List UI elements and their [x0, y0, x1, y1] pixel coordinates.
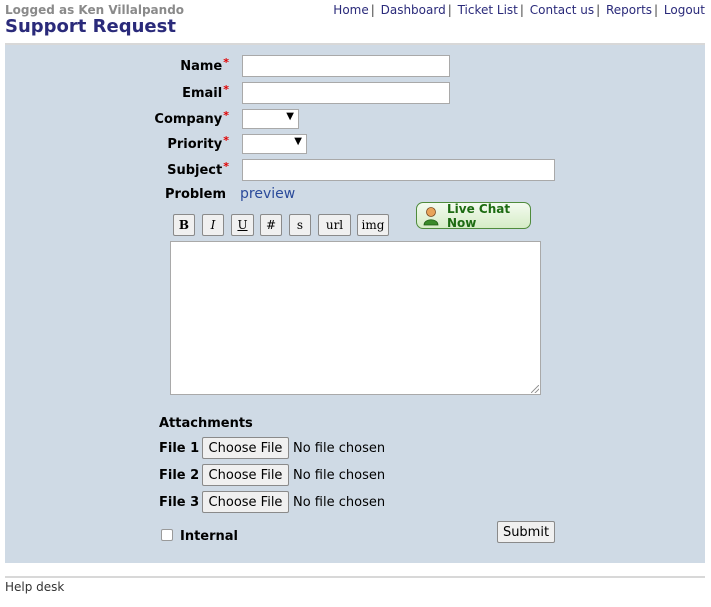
file-1-status: No file chosen: [293, 441, 386, 456]
required-marker: *: [223, 160, 229, 173]
logged-as-text: Logged as Ken Villalpando: [5, 3, 185, 17]
nav-home-link[interactable]: Home: [333, 3, 368, 17]
subject-label: Subject: [167, 163, 223, 178]
nav-contact-us-link[interactable]: Contact us: [530, 3, 594, 17]
problem-label: Problem: [165, 187, 226, 202]
url-button[interactable]: url: [318, 214, 351, 236]
nav-separator: |: [654, 3, 659, 17]
file-1-label: File 1: [159, 441, 200, 456]
preview-link[interactable]: preview: [240, 186, 295, 202]
form-panel: Name* Email* Company* ▼ Priority* ▼ Subj…: [5, 43, 705, 563]
nav-logout-link[interactable]: Logout: [664, 3, 705, 17]
file-2-label: File 2: [159, 468, 200, 483]
top-nav: Home | Dashboard | Ticket List | Contact us…: [333, 3, 705, 17]
problem-textarea[interactable]: [170, 241, 541, 395]
required-marker: *: [223, 56, 229, 69]
company-label-row: Company*: [109, 109, 229, 127]
strike-button[interactable]: s: [289, 214, 311, 236]
live-chat-button[interactable]: Live Chat Now: [416, 201, 531, 230]
submit-button[interactable]: Submit: [497, 521, 555, 543]
file-2-status: No file chosen: [293, 468, 386, 483]
footer-divider: [5, 576, 705, 578]
company-select[interactable]: ▼: [242, 109, 299, 129]
bold-button[interactable]: B: [173, 214, 195, 236]
nav-separator: |: [519, 3, 524, 17]
internal-label: Internal: [180, 529, 239, 544]
nav-separator: |: [596, 3, 601, 17]
img-button[interactable]: img: [357, 214, 389, 236]
nav-dashboard-link[interactable]: Dashboard: [381, 3, 446, 17]
file-3-status: No file chosen: [293, 495, 386, 510]
attachments-label: Attachments: [159, 416, 253, 431]
file-2-choose-button[interactable]: Choose File: [202, 464, 289, 486]
file-1-choose-button[interactable]: Choose File: [202, 437, 289, 459]
email-label-row: Email*: [109, 83, 229, 101]
name-label: Name: [180, 59, 223, 74]
file-3-choose-button[interactable]: Choose File: [202, 491, 289, 513]
underline-button[interactable]: U: [231, 214, 254, 236]
nav-separator: |: [447, 3, 452, 17]
dropdown-arrow-icon: ▼: [294, 136, 302, 147]
email-label: Email: [182, 86, 223, 101]
page-title: Support Request: [5, 16, 176, 37]
italic-button[interactable]: I: [202, 214, 224, 236]
email-input[interactable]: [242, 82, 450, 104]
resize-grip-icon[interactable]: [531, 385, 539, 393]
file-3-label: File 3: [159, 495, 200, 510]
priority-select[interactable]: ▼: [242, 134, 307, 154]
code-button[interactable]: #: [260, 214, 282, 236]
required-marker: *: [223, 109, 229, 122]
live-chat-label: Live Chat Now: [447, 201, 511, 230]
name-input[interactable]: [242, 55, 450, 77]
name-label-row: Name*: [109, 56, 229, 74]
nav-reports-link[interactable]: Reports: [606, 3, 652, 17]
subject-label-row: Subject*: [109, 160, 229, 178]
company-label: Company: [154, 112, 223, 127]
internal-checkbox[interactable]: [161, 529, 173, 541]
required-marker: *: [223, 83, 229, 96]
nav-ticket-list-link[interactable]: Ticket List: [458, 3, 518, 17]
person-icon: [423, 206, 439, 226]
subject-input[interactable]: [242, 159, 555, 181]
priority-label-row: Priority*: [109, 134, 229, 152]
dropdown-arrow-icon: ▼: [286, 111, 294, 122]
required-marker: *: [223, 134, 229, 147]
nav-separator: |: [370, 3, 375, 17]
priority-label: Priority: [167, 137, 223, 152]
footer-text: Help desk: [5, 580, 65, 594]
